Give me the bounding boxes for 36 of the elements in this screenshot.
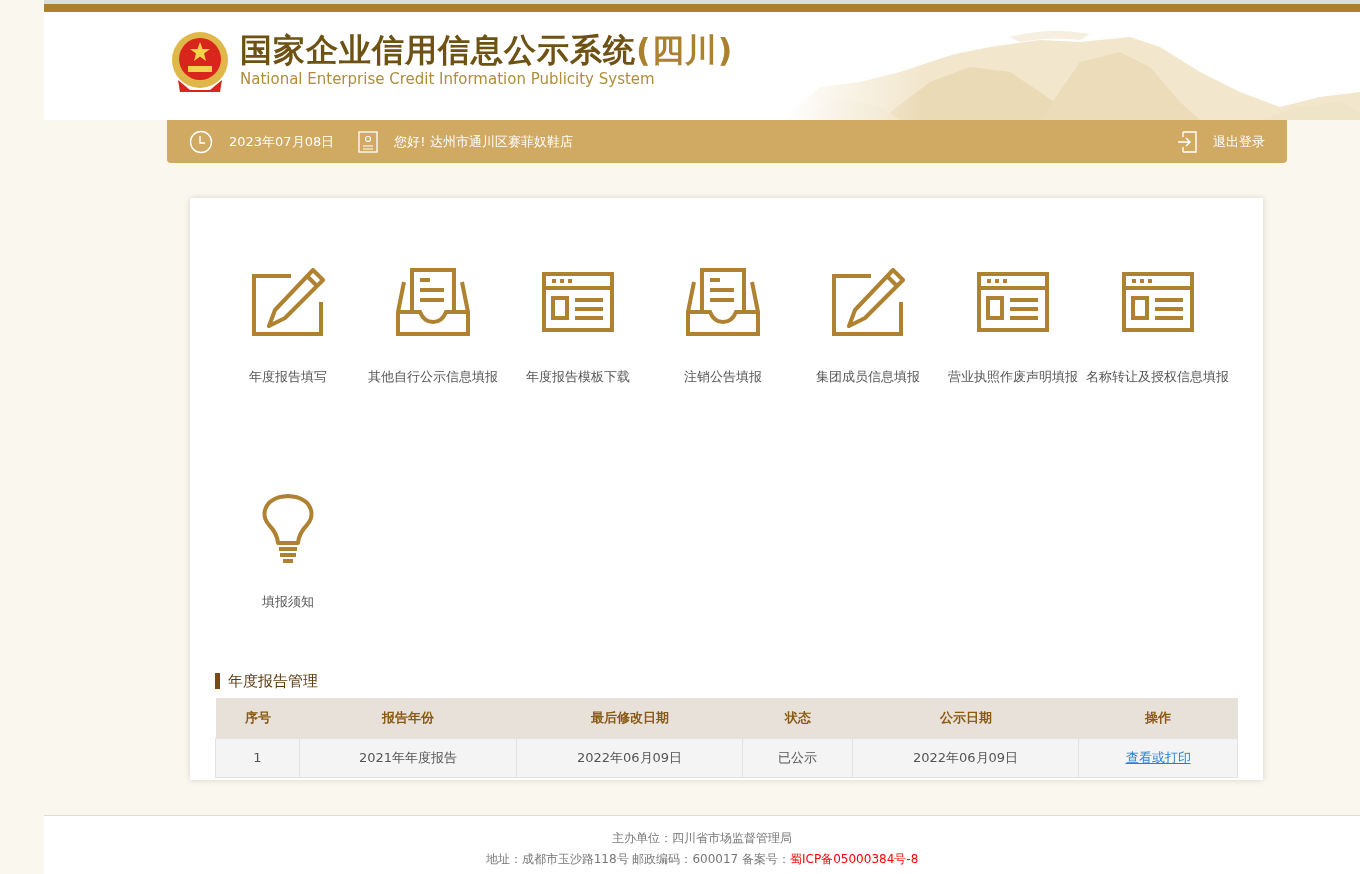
pencil-edit-icon[interactable]: [830, 268, 905, 338]
column-header: 序号: [215, 698, 300, 738]
column-header: 最后修改日期: [516, 698, 743, 738]
function-link[interactable]: 年度报告模板下载: [506, 368, 649, 387]
function-link[interactable]: 营业执照作废声明填报: [941, 368, 1084, 387]
function-link[interactable]: 名称转让及授权信息填报: [1086, 368, 1229, 387]
column-header: 报告年份: [299, 698, 517, 738]
user-card-icon: [358, 130, 379, 153]
table-cell: 已公示: [742, 738, 853, 777]
address-text: 地址：成都市玉沙路118号 邮政编码：600017 备案号：: [485, 852, 791, 866]
table-cell: 1: [215, 738, 300, 777]
inbox-document-icon[interactable]: [685, 268, 760, 338]
guide-link[interactable]: 填报须知: [216, 593, 359, 612]
table-cell: 2022年06月09日: [852, 738, 1079, 777]
logout-icon[interactable]: [1177, 130, 1197, 153]
function-link[interactable]: 其他自行公示信息填报: [361, 368, 504, 387]
table-cell: 2022年06月09日: [516, 738, 743, 777]
clock-icon: [189, 129, 213, 154]
icp-link[interactable]: 蜀ICP备05000384号-8: [790, 852, 919, 866]
sponsor-text: 主办单位：四川省市场监督管理局: [611, 830, 793, 847]
current-date: 2023年07月08日: [229, 132, 335, 151]
site-subtitle: National Enterprise Credit Information Publicity System: [240, 69, 656, 91]
inbox-document-icon[interactable]: [395, 268, 470, 338]
view-print-link[interactable]: 查看或打印: [1125, 749, 1191, 765]
column-header: 状态: [742, 698, 853, 738]
function-link[interactable]: 集团成员信息填报: [796, 368, 939, 387]
site-title: 国家企业信用信息公示系统(四川): [240, 33, 734, 69]
greeting-text: 您好! 达州市通川区赛菲奴鞋店: [394, 132, 573, 151]
function-link[interactable]: 注销公告填报: [651, 368, 794, 387]
section-title: 年度报告管理: [215, 673, 1238, 689]
pencil-edit-icon[interactable]: [250, 268, 325, 338]
emblem-icon: [170, 30, 230, 94]
column-header: 公示日期: [852, 698, 1079, 738]
table-cell: 2021年年度报告: [299, 738, 517, 777]
function-link[interactable]: 年度报告填写: [216, 368, 359, 387]
column-header: 操作: [1078, 698, 1238, 738]
